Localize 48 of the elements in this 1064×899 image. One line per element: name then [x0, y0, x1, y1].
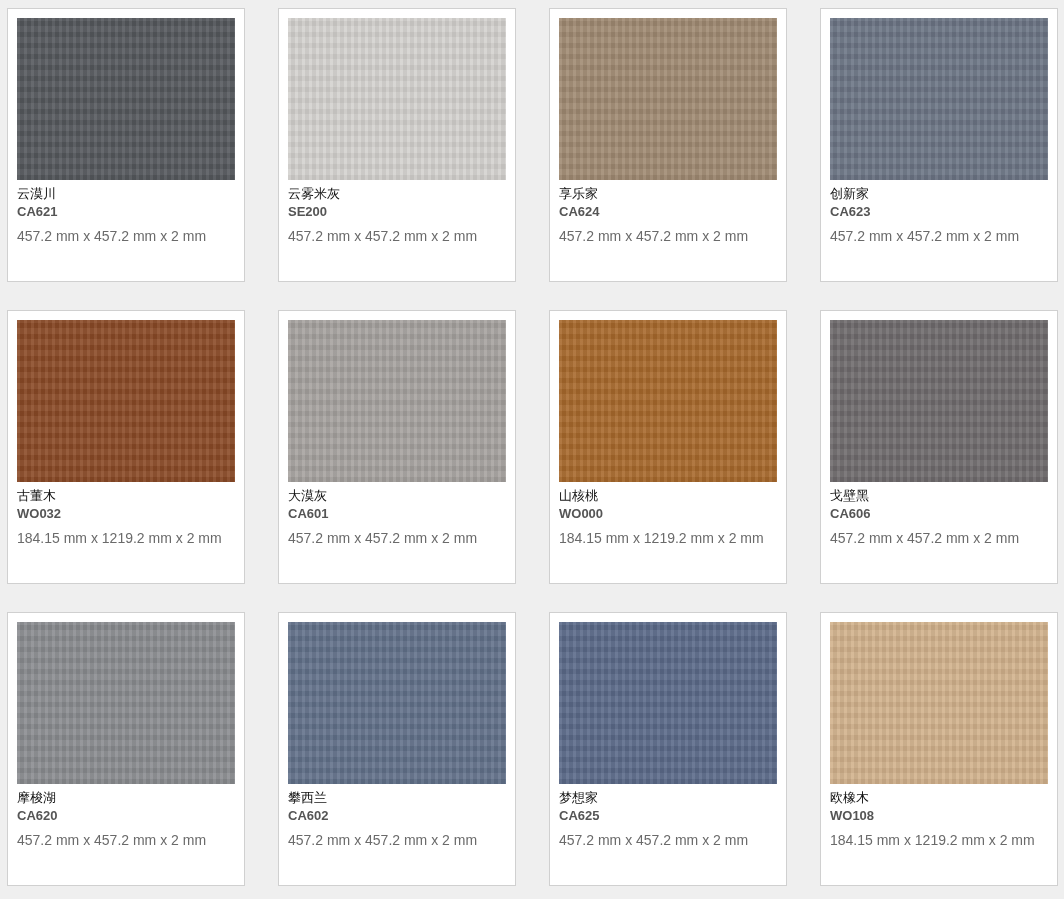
product-size: 457.2 mm x 457.2 mm x 2 mm	[830, 529, 1021, 547]
product-code: WO000	[559, 506, 605, 522]
product-size: 184.15 mm x 1219.2 mm x 2 mm	[830, 831, 1036, 849]
product-code: CA624	[559, 204, 601, 220]
product-name: 戈壁黑	[830, 488, 870, 504]
product-card[interactable]: 古董木 WO032 184.15 mm x 1219.2 mm x 2 mm	[7, 310, 245, 584]
product-size: 457.2 mm x 457.2 mm x 2 mm	[559, 227, 750, 245]
product-name: 大漠灰	[288, 488, 328, 504]
product-code: CA623	[830, 204, 872, 220]
product-code: CA621	[17, 204, 59, 220]
product-code: CA620	[17, 808, 59, 824]
product-card[interactable]: 欧橡木 WO108 184.15 mm x 1219.2 mm x 2 mm	[820, 612, 1058, 886]
product-size: 457.2 mm x 457.2 mm x 2 mm	[288, 227, 479, 245]
product-card[interactable]: 创新家 CA623 457.2 mm x 457.2 mm x 2 mm	[820, 8, 1058, 282]
product-card[interactable]: 享乐家 CA624 457.2 mm x 457.2 mm x 2 mm	[549, 8, 787, 282]
product-size: 457.2 mm x 457.2 mm x 2 mm	[17, 831, 208, 849]
product-card[interactable]: 山核桃 WO000 184.15 mm x 1219.2 mm x 2 mm	[549, 310, 787, 584]
product-name: 摩梭湖	[17, 790, 57, 806]
product-size: 457.2 mm x 457.2 mm x 2 mm	[288, 529, 479, 547]
product-name: 创新家	[830, 186, 870, 202]
product-size: 184.15 mm x 1219.2 mm x 2 mm	[559, 529, 765, 547]
product-name: 欧橡木	[830, 790, 870, 806]
product-size: 457.2 mm x 457.2 mm x 2 mm	[17, 227, 208, 245]
product-size: 457.2 mm x 457.2 mm x 2 mm	[559, 831, 750, 849]
product-code: WO032	[17, 506, 63, 522]
product-code: CA606	[830, 506, 872, 522]
product-size: 457.2 mm x 457.2 mm x 2 mm	[288, 831, 479, 849]
product-card[interactable]: 戈壁黑 CA606 457.2 mm x 457.2 mm x 2 mm	[820, 310, 1058, 584]
product-code: CA601	[288, 506, 330, 522]
product-card[interactable]: 云漠川 CA621 457.2 mm x 457.2 mm x 2 mm	[7, 8, 245, 282]
product-name: 云漠川	[17, 186, 57, 202]
product-card[interactable]: 攀西兰 CA602 457.2 mm x 457.2 mm x 2 mm	[278, 612, 516, 886]
product-size: 184.15 mm x 1219.2 mm x 2 mm	[17, 529, 223, 547]
product-name: 享乐家	[559, 186, 599, 202]
product-card[interactable]: 梦想家 CA625 457.2 mm x 457.2 mm x 2 mm	[549, 612, 787, 886]
product-card[interactable]: 云雾米灰 SE200 457.2 mm x 457.2 mm x 2 mm	[278, 8, 516, 282]
product-code: SE200	[288, 204, 329, 220]
product-name: 古董木	[17, 488, 57, 504]
product-name: 山核桃	[559, 488, 599, 504]
product-card[interactable]: 大漠灰 CA601 457.2 mm x 457.2 mm x 2 mm	[278, 310, 516, 584]
product-name: 梦想家	[559, 790, 599, 806]
product-code: CA625	[559, 808, 601, 824]
product-size: 457.2 mm x 457.2 mm x 2 mm	[830, 227, 1021, 245]
product-code: CA602	[288, 808, 330, 824]
product-code: WO108	[830, 808, 876, 824]
product-name: 云雾米灰	[288, 186, 341, 202]
product-card[interactable]: 摩梭湖 CA620 457.2 mm x 457.2 mm x 2 mm	[7, 612, 245, 886]
product-name: 攀西兰	[288, 790, 328, 806]
